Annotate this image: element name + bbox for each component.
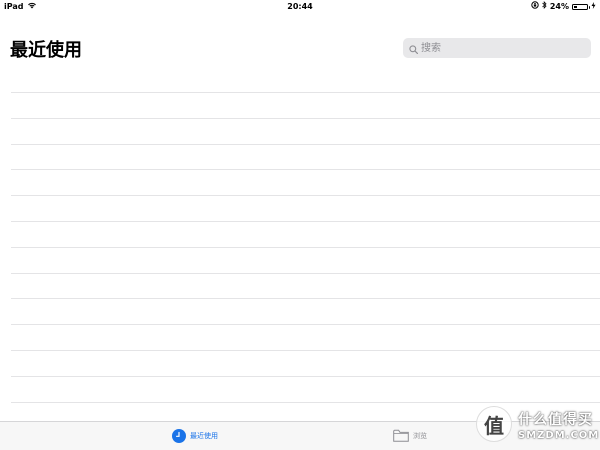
bluetooth-icon — [542, 0, 547, 13]
watermark-text: 什么值得买 — [518, 412, 593, 428]
search-bar[interactable] — [403, 38, 591, 58]
watermark: 值 什么值得买 SMZDM.COM — [476, 404, 600, 450]
search-input[interactable] — [421, 40, 581, 56]
list-item — [11, 349, 600, 376]
battery-percent: 24% — [549, 2, 569, 11]
page-title: 最近使用 — [10, 40, 82, 61]
device-name: iPad — [4, 2, 24, 11]
list-item — [11, 195, 600, 221]
clock-icon — [172, 429, 186, 443]
charging-icon — [591, 0, 596, 13]
list-item — [11, 143, 600, 170]
tab-recents-label: 最近使用 — [190, 432, 218, 440]
status-left: iPad — [4, 0, 37, 13]
orientation-lock-icon — [531, 0, 539, 13]
recents-list — [11, 92, 600, 427]
list-item — [11, 169, 600, 195]
list-item — [11, 324, 600, 350]
search-icon — [409, 39, 418, 58]
list-item — [11, 246, 600, 273]
battery-tip — [588, 5, 590, 9]
battery-icon — [572, 3, 590, 10]
list-item — [11, 92, 600, 118]
status-right: 24% — [531, 0, 596, 13]
tab-browse[interactable]: 浏览 — [393, 428, 427, 444]
list-item — [11, 117, 600, 144]
status-time: 20:44 — [287, 2, 313, 11]
wifi-icon — [27, 0, 37, 13]
status-bar: iPad 20:44 24% — [0, 0, 600, 13]
folder-icon — [393, 429, 409, 444]
tab-recents[interactable]: 最近使用 — [172, 428, 218, 444]
list-item — [11, 220, 600, 247]
tab-browse-label: 浏览 — [413, 432, 427, 440]
list-item — [11, 298, 600, 324]
list-item — [11, 375, 600, 402]
watermark-domain: SMZDM.COM — [518, 430, 600, 441]
battery-fill — [574, 5, 577, 8]
list-item — [11, 272, 600, 299]
watermark-logo: 值 — [476, 406, 512, 442]
